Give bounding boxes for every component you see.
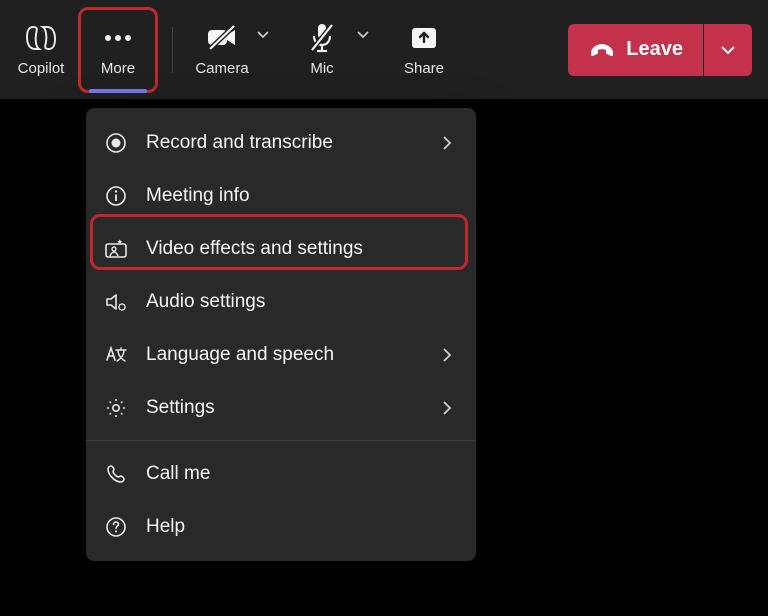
leave-dropdown[interactable]: [704, 24, 752, 76]
info-icon: [104, 184, 128, 208]
more-menu: Record and transcribe Meeting info Video…: [86, 108, 476, 561]
menu-call-me-label: Call me: [146, 463, 458, 485]
camera-button[interactable]: Camera: [187, 9, 257, 91]
menu-settings-label: Settings: [146, 397, 424, 419]
video-effects-icon: [104, 237, 128, 261]
leave-button[interactable]: Leave: [568, 24, 703, 76]
hangup-icon: [588, 41, 616, 59]
share-icon: [409, 22, 439, 54]
menu-language-label: Language and speech: [146, 344, 424, 366]
audio-settings-icon: [104, 290, 128, 314]
more-label: More: [101, 60, 135, 77]
chevron-right-icon: [442, 135, 458, 151]
camera-label: Camera: [195, 60, 248, 77]
chevron-right-icon: [442, 347, 458, 363]
menu-record-label: Record and transcribe: [146, 132, 424, 154]
chevron-down-icon: [356, 30, 370, 40]
menu-audio-settings[interactable]: Audio settings: [86, 275, 476, 328]
record-icon: [104, 131, 128, 155]
menu-help[interactable]: Help: [86, 500, 476, 553]
chevron-right-icon: [442, 400, 458, 416]
language-icon: [104, 343, 128, 367]
menu-video-effects[interactable]: Video effects and settings: [86, 222, 476, 275]
menu-help-label: Help: [146, 516, 458, 538]
menu-meeting-info[interactable]: Meeting info: [86, 169, 476, 222]
camera-dropdown[interactable]: [251, 23, 275, 47]
menu-audio-settings-label: Audio settings: [146, 291, 458, 313]
ellipsis-icon: [101, 22, 135, 54]
menu-separator: [86, 440, 476, 441]
phone-icon: [104, 462, 128, 486]
gear-icon: [104, 396, 128, 420]
copilot-button[interactable]: Copilot: [8, 9, 74, 91]
help-icon: [104, 515, 128, 539]
more-active-indicator: [89, 89, 147, 93]
copilot-icon: [24, 22, 58, 54]
menu-video-effects-label: Video effects and settings: [146, 238, 458, 260]
copilot-label: Copilot: [18, 60, 65, 77]
chevron-down-icon: [256, 30, 270, 40]
menu-record-transcribe[interactable]: Record and transcribe: [86, 116, 476, 169]
more-button[interactable]: More: [78, 7, 158, 93]
leave-group: Leave: [568, 24, 752, 76]
leave-label: Leave: [626, 38, 683, 61]
mic-dropdown[interactable]: [351, 23, 375, 47]
meeting-toolbar: Copilot More Camera: [0, 0, 768, 99]
mic-button[interactable]: Mic: [287, 9, 357, 91]
menu-call-me[interactable]: Call me: [86, 447, 476, 500]
toolbar-separator: [172, 27, 173, 73]
mic-label: Mic: [310, 60, 333, 77]
menu-settings[interactable]: Settings: [86, 381, 476, 434]
menu-meeting-info-label: Meeting info: [146, 185, 458, 207]
camera-off-icon: [205, 22, 239, 54]
share-button[interactable]: Share: [393, 9, 455, 91]
menu-language-speech[interactable]: Language and speech: [86, 328, 476, 381]
share-label: Share: [404, 60, 444, 77]
mic-off-icon: [307, 22, 337, 54]
chevron-down-icon: [719, 44, 737, 56]
